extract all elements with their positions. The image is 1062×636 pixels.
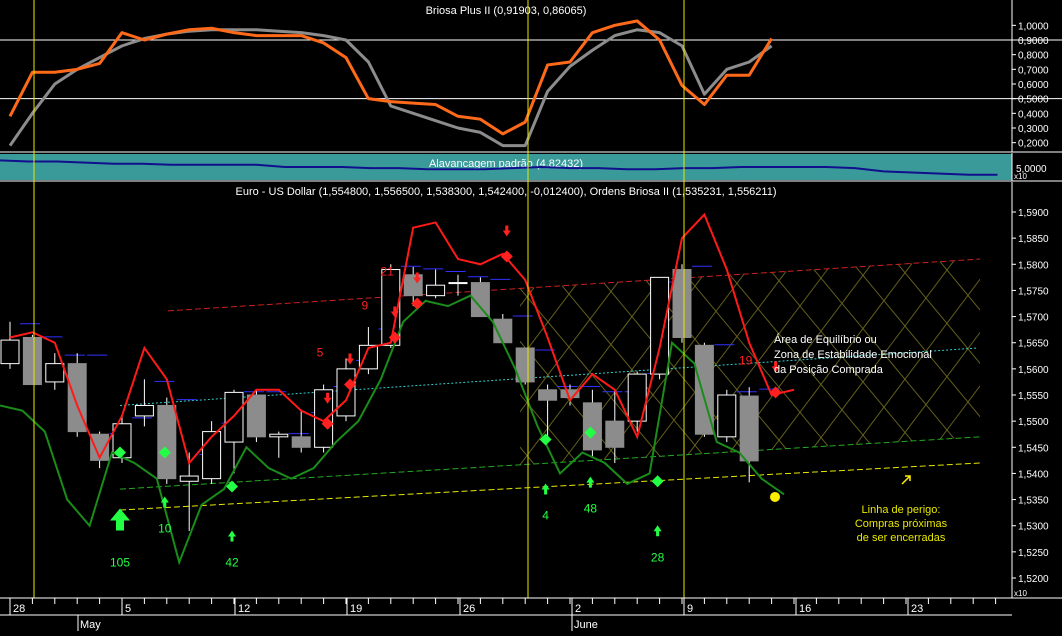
candle-bullish <box>650 276 670 375</box>
candle-bullish <box>0 339 20 365</box>
candle-bearish <box>291 436 311 448</box>
price-tick-label: 1,5250 <box>1018 548 1049 559</box>
candle-bullish <box>134 404 154 417</box>
candle-bearish <box>538 389 558 401</box>
price-tick-label: 1,5650 <box>1018 339 1049 350</box>
buy-count-label: 105 <box>110 556 130 570</box>
month-label-may: May <box>80 619 101 631</box>
oscillator-panel: Briosa Plus II (0,91903, 0,86065) 1,0000… <box>0 0 1062 153</box>
oscillator-tick-label: 0,3000 <box>1018 124 1049 135</box>
x-tick-label: 19 <box>350 603 362 615</box>
candle-bearish <box>672 269 692 338</box>
price-tick-label: 1,5500 <box>1018 417 1049 428</box>
candle-bearish <box>246 394 266 438</box>
candle-bearish <box>582 402 602 451</box>
price-tick-label: 1,5350 <box>1018 496 1049 507</box>
price-title: Euro - US Dollar (1,554800, 1,556500, 1,… <box>236 186 777 198</box>
buy-count-label: 48 <box>584 502 598 516</box>
candle-bearish <box>22 336 42 386</box>
price-tick-label: 1,5750 <box>1018 286 1049 297</box>
leverage-panel: Alavancagem padrão (4,82432) 5,0000 x10 <box>0 153 1062 182</box>
buy-count-label: 10 <box>158 522 172 536</box>
chart-canvas: Briosa Plus II (0,91903, 0,86065) 1,0000… <box>0 0 1062 631</box>
oscillator-tick-label: 0,7000 <box>1018 65 1049 76</box>
candle-bullish <box>426 284 446 297</box>
sell-count-label: 5 <box>317 346 324 360</box>
sell-count-label: 19 <box>739 353 753 367</box>
x-tick-label: 5 <box>125 603 131 615</box>
equilibrium-label-1: Área de Equilíbrio ou <box>774 333 877 346</box>
price-tick-label: 1,5850 <box>1018 234 1049 245</box>
oscillator-title: Briosa Plus II (0,91903, 0,86065) <box>426 5 587 17</box>
buy-count-label: 4 <box>542 508 549 522</box>
price-tick-label: 1,5450 <box>1018 443 1049 454</box>
candle-bullish <box>45 363 65 383</box>
price-tick-label: 1,5900 <box>1018 208 1049 219</box>
chart-window: Briosa Plus II (0,91903, 0,86065) 1,0000… <box>0 0 1062 631</box>
equilibrium-label-3: da Posição Comprada <box>774 364 884 376</box>
x-tick-label: 9 <box>687 603 693 615</box>
x-tick-label: 23 <box>911 603 923 615</box>
danger-label-3: de ser encerradas <box>857 532 946 544</box>
oscillator-tick-label: 0,4000 <box>1018 109 1049 120</box>
oscillator-plot-area <box>0 0 1012 152</box>
danger-label-2: Compras próximas <box>855 518 948 530</box>
buy-count-label: 28 <box>651 550 665 564</box>
candle-bearish <box>157 404 177 480</box>
oscillator-tick-label: 0,9000 <box>1018 36 1049 47</box>
candle-bullish <box>202 431 222 480</box>
oscillator-y-ticks: 1,0000 0,9000 0,8000 0,7000 0,6000 0,5000 0,40… <box>1012 21 1049 150</box>
x-tick-label: 2 <box>575 603 581 615</box>
price-y-ticks: 1,5900 1,5850 1,5800 1,5750 1,5700 1,5650 1,56… <box>1012 208 1049 585</box>
x-tick-label: 28 <box>13 603 25 615</box>
candle-bullish <box>336 368 356 417</box>
candle-bearish <box>739 395 759 462</box>
price-tick-label: 1,5800 <box>1018 260 1049 271</box>
x-tick-label: 12 <box>238 603 250 615</box>
candle-bullish <box>179 475 199 482</box>
price-tick-label: 1,5400 <box>1018 469 1049 480</box>
danger-label-1: Linha de perigo: <box>862 504 941 516</box>
month-label-june: June <box>574 619 598 631</box>
sell-count-label: 9 <box>361 298 368 312</box>
candle-bearish <box>605 420 625 448</box>
last-close-marker <box>770 491 780 502</box>
candle-bullish <box>269 433 289 438</box>
oscillator-tick-label: 0,2000 <box>1018 139 1049 150</box>
oscillator-tick-label: 1,0000 <box>1018 21 1049 32</box>
leverage-multiplier: x10 <box>1014 172 1027 181</box>
price-tick-label: 1,5600 <box>1018 365 1049 376</box>
x-tick-label: 16 <box>799 603 811 615</box>
price-tick-label: 1,5200 <box>1018 574 1049 585</box>
oscillator-tick-label: 0,8000 <box>1018 51 1049 62</box>
x-tick-label: 26 <box>463 603 475 615</box>
buy-count-label: 42 <box>225 556 239 570</box>
candle-bullish <box>717 394 737 438</box>
sell-count-label: 21 <box>381 265 395 279</box>
price-tick-label: 1,5700 <box>1018 313 1049 324</box>
oscillator-tick-label: 0,6000 <box>1018 80 1049 91</box>
equilibrium-label-2: Zona de Estabilidade Emocional <box>774 349 932 361</box>
oscillator-tick-label: 0,5000 <box>1018 95 1049 106</box>
x-axis: 28 5 12 19 26 2 9 16 23 May June <box>0 597 1062 631</box>
candle-bullish <box>448 282 468 285</box>
price-tick-label: 1,5550 <box>1018 391 1049 402</box>
price-multiplier: x10 <box>1014 589 1027 598</box>
price-tick-label: 1,5300 <box>1018 522 1049 533</box>
